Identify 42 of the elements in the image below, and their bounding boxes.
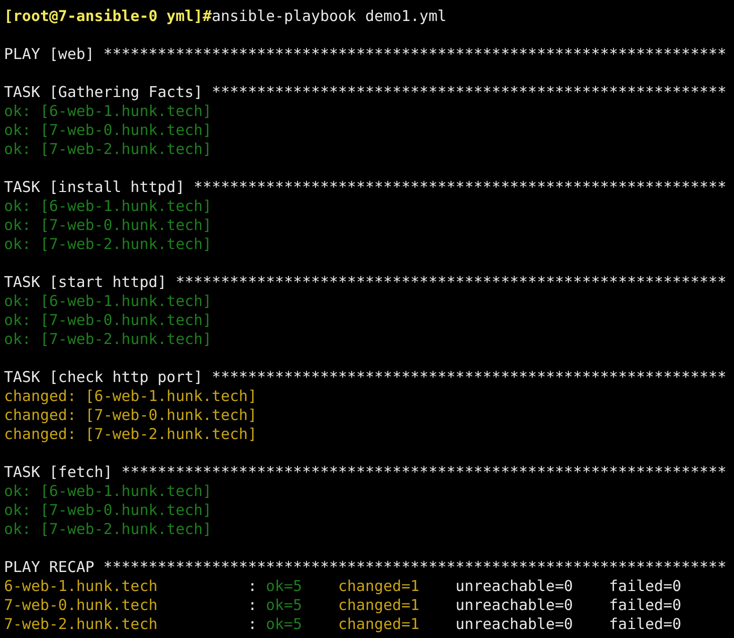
recap-unreachable-count: unreachable=0 xyxy=(456,615,573,634)
task-result-line: ok: [7-web-0.hunk.tech] xyxy=(4,121,213,140)
task-result-line: ok: [7-web-2.hunk.tech] xyxy=(4,330,213,349)
task-result-line: changed: [6-web-1.hunk.tech] xyxy=(4,387,258,406)
task-result-line: ok: [6-web-1.hunk.tech] xyxy=(4,197,213,216)
recap-host: 6-web-1.hunk.tech xyxy=(4,577,158,596)
task-result-line: ok: [7-web-2.hunk.tech] xyxy=(4,520,213,539)
recap-unreachable-count: unreachable=0 xyxy=(456,596,573,615)
shell-prompt: [root@7-ansible-0 yml]# xyxy=(4,7,212,26)
recap-changed-count: changed=1 xyxy=(338,615,420,634)
recap-ok-count: ok=5 xyxy=(266,615,302,634)
recap-changed-count: changed=1 xyxy=(338,596,420,615)
task-header: PLAY [web] ********************************************************************* xyxy=(4,45,728,64)
recap-separator: : xyxy=(248,615,257,634)
recap-failed-count: failed=0 xyxy=(609,577,682,596)
task-result-line: ok: [7-web-2.hunk.tech] xyxy=(4,140,213,159)
recap-ok-count: ok=5 xyxy=(266,577,302,596)
task-header: TASK [check http port] ********************************************************* xyxy=(4,368,728,387)
recap-unreachable-count: unreachable=0 xyxy=(456,577,573,596)
task-result-line: ok: [7-web-0.hunk.tech] xyxy=(4,501,213,520)
recap-ok-count: ok=5 xyxy=(266,596,302,615)
recap-separator: : xyxy=(248,577,257,596)
task-result-line: ok: [6-web-1.hunk.tech] xyxy=(4,102,213,121)
recap-separator: : xyxy=(248,596,257,615)
recap-changed-count: changed=1 xyxy=(338,577,420,596)
task-header: TASK [fetch] ******************************************************************* xyxy=(4,463,728,482)
recap-failed-count: failed=0 xyxy=(609,615,682,634)
task-result-line: ok: [7-web-0.hunk.tech] xyxy=(4,311,213,330)
recap-failed-count: failed=0 xyxy=(609,596,682,615)
task-header: TASK [install httpd] *********************************************************** xyxy=(4,178,728,197)
task-result-line: changed: [7-web-2.hunk.tech] xyxy=(4,425,258,444)
recap-host: 7-web-2.hunk.tech xyxy=(4,615,158,634)
recap-header: PLAY RECAP ********************************************************************* xyxy=(4,558,728,577)
task-result-line: ok: [6-web-1.hunk.tech] xyxy=(4,482,213,501)
command-text: ansible-playbook demo1.yml xyxy=(212,7,447,26)
task-header: TASK [start httpd] ************************************************************* xyxy=(4,273,728,292)
task-result-line: changed: [7-web-0.hunk.tech] xyxy=(4,406,258,425)
task-result-line: ok: [7-web-0.hunk.tech] xyxy=(4,216,213,235)
task-result-line: ok: [6-web-1.hunk.tech] xyxy=(4,292,213,311)
recap-host: 7-web-0.hunk.tech xyxy=(4,596,158,615)
task-result-line: ok: [7-web-2.hunk.tech] xyxy=(4,235,213,254)
task-header: TASK [Gathering Facts] ********************************************************* xyxy=(4,83,728,102)
